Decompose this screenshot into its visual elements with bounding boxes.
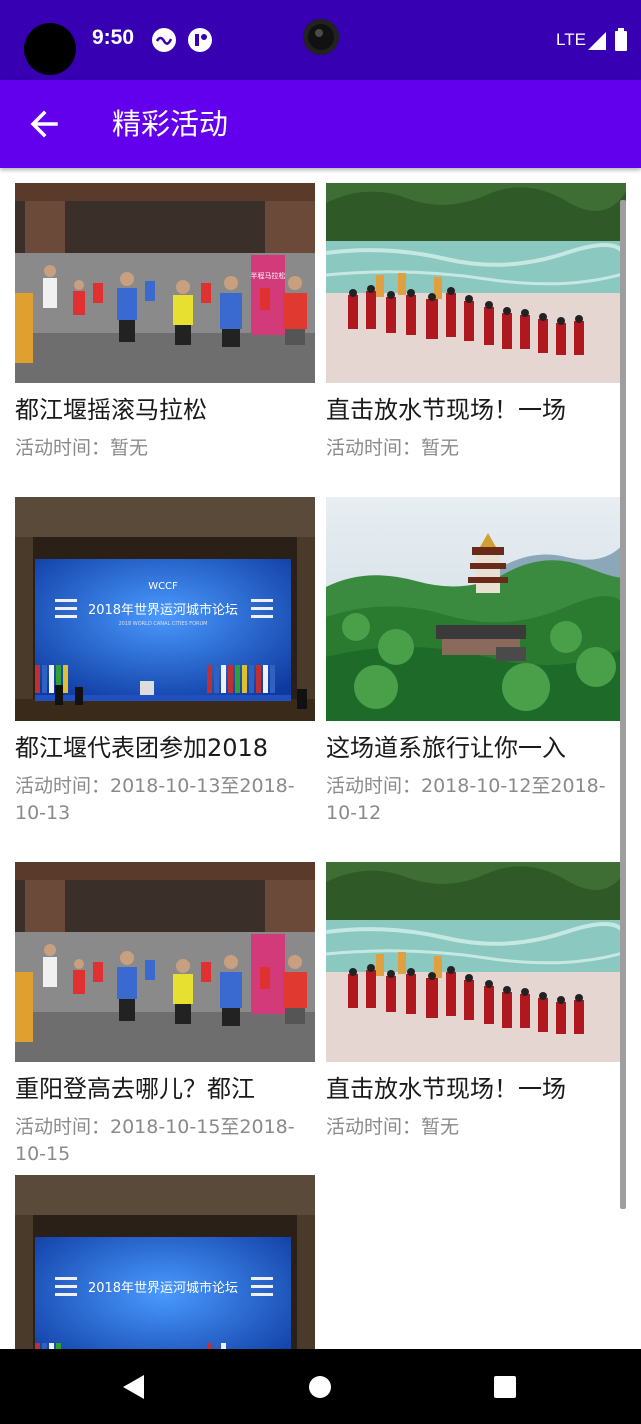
recents-square-icon[interactable] bbox=[485, 1367, 525, 1407]
forum-banner-en-text: 2018 WORLD CANAL CITIES FORUM bbox=[118, 621, 207, 627]
activity-card[interactable]: WCCF 2018年世界运河城市论坛 2018 WORLD CANAL CITI… bbox=[15, 497, 315, 827]
app-notification-icon bbox=[150, 26, 178, 54]
activity-time: 活动时间：2018-10-15至2018-10-15 bbox=[15, 1116, 295, 1165]
activity-card[interactable]: 直击放水节现场！一场 活动时间：暂无 bbox=[326, 183, 626, 462]
battery-icon bbox=[614, 28, 641, 56]
front-camera bbox=[303, 19, 339, 55]
activity-title: 重阳登高去哪儿？都江 bbox=[15, 1075, 255, 1103]
activity-image-forum-stage: WCCF 2018年世界运河城市论坛 2018 WORLD CANAL CITI… bbox=[15, 497, 315, 721]
forum-banner-text: 2018年世界运河城市论坛 bbox=[88, 602, 238, 618]
camera-cutout bbox=[24, 23, 76, 75]
activity-card[interactable]: 重阳登高去哪儿？都江 活动时间：2018-10-15至2018-10-15 bbox=[15, 862, 315, 1168]
activity-title: 都江堰代表团参加2018 bbox=[15, 734, 269, 762]
activity-image-river-ceremony bbox=[326, 183, 626, 383]
activity-image-marathon: 半程马拉松 bbox=[15, 183, 315, 383]
activity-title: 直击放水节现场！一场 bbox=[326, 1075, 566, 1103]
activity-card[interactable]: 这场道系旅行让你一入 活动时间：2018-10-12至2018-10-12 bbox=[326, 497, 626, 827]
status-bar: 9:50 LTE bbox=[0, 0, 641, 80]
navigation-bar bbox=[0, 1349, 641, 1424]
activity-image-forum-stage: 2018年世界运河城市论坛 bbox=[15, 1175, 315, 1349]
activity-card[interactable]: 直击放水节现场！一场 活动时间：暂无 bbox=[326, 862, 626, 1141]
app-bar: 精彩活动 bbox=[0, 80, 641, 168]
activity-time: 活动时间：暂无 bbox=[326, 1116, 460, 1138]
activity-grid[interactable]: 半程马拉松 都江堰摇滚马拉松 活动时间：暂无 直击放水节现场！一场 活动时间：暂… bbox=[0, 168, 641, 1349]
network-type: LTE bbox=[556, 30, 586, 49]
activity-card[interactable]: 2018年世界运河城市论坛 bbox=[15, 1175, 315, 1349]
activity-title: 都江堰摇滚马拉松 bbox=[15, 396, 207, 424]
activity-time: 活动时间：2018-10-13至2018-10-13 bbox=[15, 775, 295, 824]
activity-time: 活动时间：2018-10-12至2018-10-12 bbox=[326, 775, 606, 824]
activity-image-marathon bbox=[15, 862, 315, 1062]
record-notification-icon bbox=[186, 26, 214, 54]
back-triangle-icon[interactable] bbox=[114, 1367, 154, 1407]
scrollbar[interactable] bbox=[620, 200, 626, 1209]
marathon-sign-text: 半程马拉松 bbox=[251, 271, 286, 280]
activity-title: 这场道系旅行让你一入 bbox=[326, 734, 566, 762]
forum-banner-text: 2018年世界运河城市论坛 bbox=[88, 1280, 238, 1296]
back-button[interactable] bbox=[20, 100, 68, 148]
activity-time: 活动时间：暂无 bbox=[15, 437, 149, 459]
forum-logo-text: WCCF bbox=[148, 581, 178, 592]
activity-image-mountain-pagoda bbox=[326, 497, 626, 721]
status-time: 9:50 bbox=[92, 26, 135, 49]
home-circle-icon[interactable] bbox=[300, 1367, 340, 1407]
signal-icon bbox=[586, 30, 614, 58]
activity-card[interactable]: 半程马拉松 都江堰摇滚马拉松 活动时间：暂无 bbox=[15, 183, 315, 462]
activity-title: 直击放水节现场！一场 bbox=[326, 396, 566, 424]
activity-image-river-ceremony bbox=[326, 862, 626, 1062]
activity-time: 活动时间：暂无 bbox=[326, 437, 460, 459]
page-title: 精彩活动 bbox=[112, 107, 229, 141]
arrow-left-icon bbox=[30, 110, 58, 138]
